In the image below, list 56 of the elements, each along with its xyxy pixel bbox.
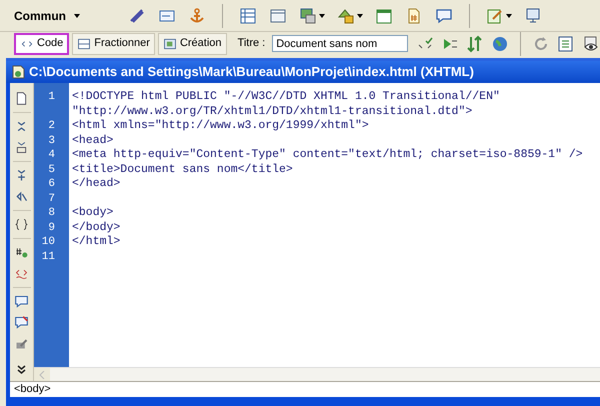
code-line: <head> (72, 134, 114, 148)
file-icon[interactable] (14, 91, 29, 106)
line-number: 9 (48, 220, 55, 235)
line-number: 7 (48, 192, 55, 206)
view-tab[interactable]: Code (14, 32, 70, 54)
title-label: Titre : (238, 36, 266, 52)
code-line: <title>Document sans nom</title> (72, 162, 293, 177)
calendar-icon[interactable] (375, 6, 393, 24)
document-icon (12, 65, 25, 79)
image-icon[interactable] (299, 6, 317, 24)
code-line: "http://www.w3.org/TR/xhtml1/DTD/xhtml1-transitional.dtd"> (72, 104, 472, 119)
title-field[interactable]: Document sans nom (272, 35, 408, 52)
code-line: <html xmlns="http://www.w3.org/1999/xhtml"> (72, 119, 369, 134)
line-number: 10 (42, 235, 55, 250)
comment-icon[interactable] (435, 6, 453, 24)
line-number: 2 (48, 119, 55, 134)
line-number: 4 (48, 148, 55, 162)
shapes-icon[interactable] (337, 6, 355, 24)
code-line: </head> (72, 177, 120, 192)
anchor-icon[interactable] (188, 6, 206, 24)
horizontal-scrollbar[interactable] (34, 367, 600, 381)
code-line: </body> (72, 220, 120, 235)
collapse-selection-icon[interactable] (14, 140, 29, 155)
view-icon (162, 36, 177, 50)
caret-icon[interactable] (319, 14, 325, 18)
window-title: C:\Documents and Settings\Mark\Bureau\MonProjet\index.html (XHTML) (29, 63, 474, 82)
view-tab[interactable]: Création (158, 32, 227, 54)
table-icon[interactable] (239, 6, 257, 24)
view-tab[interactable]: Fractionner (72, 32, 155, 54)
braces-icon[interactable] (14, 217, 29, 232)
remove-comment-icon[interactable] (14, 315, 29, 330)
line-number: 8 (48, 206, 55, 220)
line-number: 5 (48, 162, 55, 177)
chevron-down-icon[interactable] (17, 365, 26, 375)
edit-icon[interactable] (486, 6, 504, 24)
line-number: 11 (42, 250, 55, 264)
eye-icon[interactable] (582, 34, 600, 52)
caret-icon[interactable] (74, 14, 80, 18)
layout-icon[interactable] (269, 6, 287, 24)
code-line: <!DOCTYPE html PUBLIC "-//W3C//DTD XHTML 1.0 Transitional//EN" (72, 90, 500, 104)
comment-icon[interactable] (14, 294, 29, 309)
code-line: <body> (72, 206, 114, 220)
globe-icon[interactable] (491, 34, 510, 52)
line-number: 1 (48, 90, 55, 104)
line-number: 3 (48, 134, 55, 148)
caret-icon[interactable] (357, 14, 363, 18)
code-line: <meta http-equiv="Content-Type" content="text/html; charset=iso-8859-1" /> (72, 148, 583, 162)
tag-selector[interactable]: <body> (14, 381, 51, 398)
caret-icon[interactable] (506, 14, 512, 18)
category-dropdown[interactable]: Commun (14, 6, 114, 24)
view-icon (77, 36, 92, 50)
screen-icon[interactable] (524, 6, 542, 24)
code-line: </html> (72, 235, 120, 250)
line-number: 6 (48, 177, 55, 192)
transfer-icon[interactable] (466, 34, 484, 52)
options-icon[interactable] (557, 34, 576, 52)
